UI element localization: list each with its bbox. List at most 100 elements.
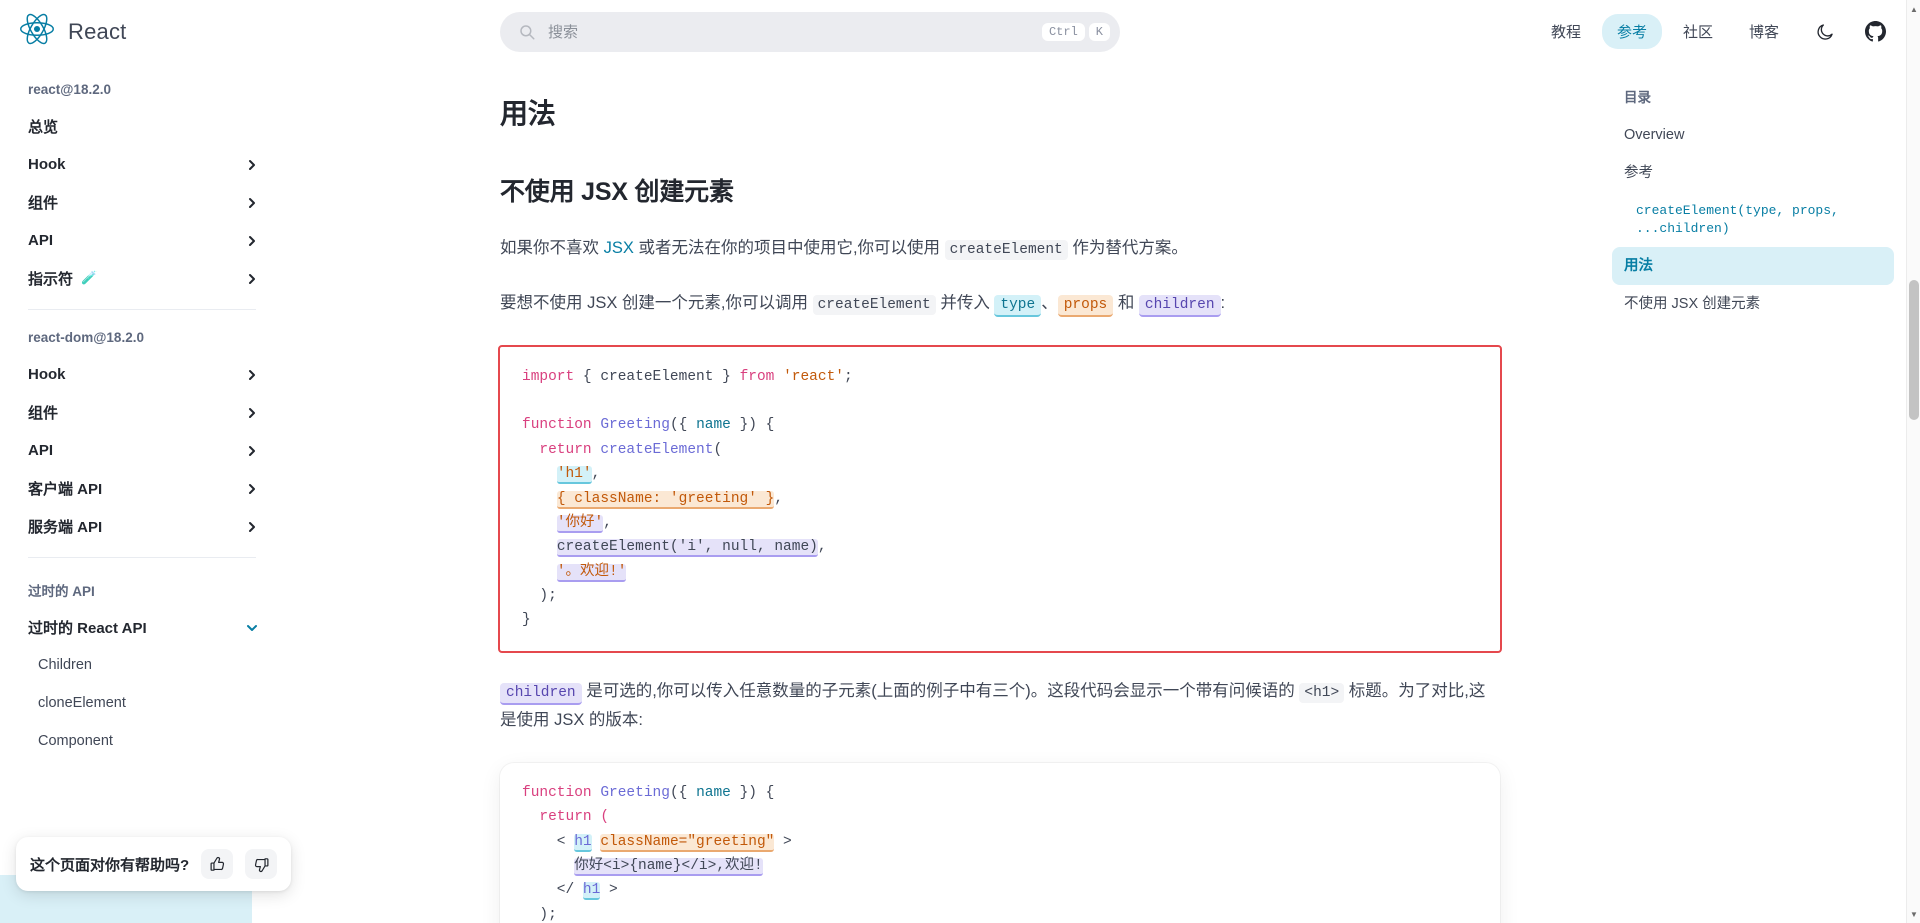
sidebar-item-label: Children <box>38 657 258 673</box>
sidebar-item-label: 总览 <box>28 116 258 137</box>
sidebar-item-overview[interactable]: 总览 <box>18 107 266 145</box>
sidebar-item-label: 客户端 API <box>28 478 246 499</box>
code-block-with-jsx[interactable]: function Greeting({ name }) { return ( <… <box>500 763 1500 923</box>
search-kbd-key: K <box>1089 23 1110 41</box>
toc-item-usage[interactable]: 用法 <box>1612 247 1894 285</box>
sidebar-divider <box>28 557 256 558</box>
page-sub-heading: 不使用 JSX 创建元素 <box>500 172 1500 208</box>
page-section-heading: 用法 <box>500 92 1500 132</box>
search-kbd-mod: Ctrl <box>1042 23 1085 41</box>
search-placeholder: 搜索 <box>548 21 1038 42</box>
sidebar-item-server-api[interactable]: 服务端 API <box>18 507 266 545</box>
chevron-right-icon <box>246 444 258 456</box>
sidebar-item-label: 组件 <box>28 402 246 423</box>
sidebar-item-legacy-react-api[interactable]: 过时的 React API <box>18 608 266 646</box>
moon-icon[interactable] <box>1806 13 1844 51</box>
inline-code-type: type <box>994 295 1041 317</box>
code-block-without-jsx[interactable]: import { createElement } from 'react'; f… <box>500 347 1500 651</box>
sidebar-item-components[interactable]: 组件 <box>18 183 266 221</box>
chevron-down-icon <box>246 621 258 633</box>
sidebar-item-cloneelement[interactable]: cloneElement <box>18 684 266 722</box>
p2-sep-1: 、 <box>1041 294 1058 312</box>
react-logo-icon <box>20 12 54 51</box>
sidebar-item-dom-components[interactable]: 组件 <box>18 393 266 431</box>
sidebar-item-label: 过时的 React API <box>28 617 246 638</box>
search-input[interactable]: 搜索 Ctrl K <box>500 12 1120 52</box>
primary-nav: 教程 参考 社区 博客 <box>1536 13 1920 51</box>
chevron-right-icon <box>246 272 258 284</box>
chevron-right-icon <box>246 158 258 170</box>
thumbs-down-icon[interactable] <box>245 849 277 879</box>
scroll-up-arrow[interactable]: ▲ <box>1907 2 1920 16</box>
p1-text-a: 如果你不喜欢 <box>500 239 604 257</box>
p2-text-a: 要想不使用 JSX 创建一个元素,你可以调用 <box>500 294 813 312</box>
table-of-contents: 目录 Overview 参考 createElement(type, props… <box>1590 64 1920 923</box>
toc-item-reference[interactable]: 参考 <box>1612 154 1894 192</box>
chevron-right-icon <box>246 482 258 494</box>
inline-code-createelement: createElement <box>945 240 1068 260</box>
scrollbar-thumb[interactable] <box>1909 280 1919 420</box>
p1-text-c: 作为替代方案。 <box>1068 239 1188 257</box>
p2-text-b: 并传入 <box>936 294 995 312</box>
nav-item-community[interactable]: 社区 <box>1668 14 1728 49</box>
search-container: 搜索 Ctrl K <box>500 12 1120 52</box>
toc-item-createelement[interactable]: createElement(type, props, ...children) <box>1612 193 1894 247</box>
flask-icon: 🧪 <box>81 270 97 286</box>
sidebar-item-label: Component <box>38 733 258 749</box>
sidebar-item-label: 组件 <box>28 192 246 213</box>
page-root: React 搜索 Ctrl K 教程 参考 社区 博客 <box>0 0 1920 923</box>
paragraph-2: 要想不使用 JSX 创建一个元素,你可以调用 createElement 并传入… <box>500 289 1500 318</box>
sidebar-item-label: Hook <box>28 156 246 173</box>
sidebar-item-dom-hook[interactable]: Hook <box>18 355 266 393</box>
sidebar-item-component[interactable]: Component <box>18 722 266 760</box>
inline-code-h1: <h1> <box>1299 683 1344 703</box>
nav-item-reference[interactable]: 参考 <box>1602 14 1662 49</box>
sidebar-item-label: API <box>28 232 246 249</box>
inline-code-children: children <box>1139 295 1221 317</box>
sidebar-item-label: Hook <box>28 366 246 383</box>
brand-home-link[interactable]: React <box>0 0 360 64</box>
code-content: import { createElement } from 'react'; f… <box>522 365 1478 633</box>
sidebar-item-label: 服务端 API <box>28 516 246 537</box>
code-content: function Greeting({ name }) { return ( <… <box>522 781 1478 923</box>
sidebar-item-label: 指示符 <box>28 268 73 289</box>
chevron-right-icon <box>246 520 258 532</box>
main-content: 用法 不使用 JSX 创建元素 如果你不喜欢 JSX 或者无法在你的项目中使用它… <box>290 64 1590 923</box>
sidebar-item-directives[interactable]: 指示符 🧪 <box>18 259 266 297</box>
top-navigation-bar: React 搜索 Ctrl K 教程 参考 社区 博客 <box>0 0 1920 64</box>
sidebar-item-label: API <box>28 442 246 459</box>
search-icon <box>518 23 536 41</box>
nav-item-tutorial[interactable]: 教程 <box>1536 14 1596 49</box>
sidebar-item-label: cloneElement <box>38 695 258 711</box>
sidebar-item-children[interactable]: Children <box>18 646 266 684</box>
feedback-question: 这个页面对你有帮助吗? <box>30 854 189 875</box>
toc-item-create-element-without-jsx[interactable]: 不使用 JSX 创建元素 <box>1612 285 1894 323</box>
chevron-right-icon <box>246 196 258 208</box>
article: 用法 不使用 JSX 创建元素 如果你不喜欢 JSX 或者无法在你的项目中使用它… <box>500 64 1500 923</box>
sidebar-divider <box>28 309 256 310</box>
sidebar-item-dom-api[interactable]: API <box>18 431 266 469</box>
sidebar-item-api[interactable]: API <box>18 221 266 259</box>
thumbs-up-icon[interactable] <box>201 849 233 879</box>
page-feedback-widget: 这个页面对你有帮助吗? <box>16 837 291 891</box>
inline-code-children: children <box>500 683 582 705</box>
github-icon[interactable] <box>1856 13 1894 51</box>
sidebar-item-hook[interactable]: Hook <box>18 145 266 183</box>
brand-title: React <box>68 19 126 45</box>
p2-sep-2: 和 <box>1113 294 1139 312</box>
toc-item-overview[interactable]: Overview <box>1612 116 1894 154</box>
sidebar-version-react-dom: react-dom@18.2.0 <box>18 322 266 355</box>
jsx-link[interactable]: JSX <box>604 239 634 257</box>
nav-item-blog[interactable]: 博客 <box>1734 14 1794 49</box>
chevron-right-icon <box>246 234 258 246</box>
chevron-right-icon <box>246 406 258 418</box>
left-sidebar: react@18.2.0 总览 Hook 组件 API 指示符 🧪 <box>0 64 290 923</box>
scroll-down-arrow[interactable]: ▼ <box>1907 907 1920 921</box>
paragraph-3: children 是可选的,你可以传入任意数量的子元素(上面的例子中有三个)。这… <box>500 677 1500 735</box>
page-scrollbar[interactable]: ▲ ▼ <box>1906 0 1920 923</box>
p3-text-a: 是可选的,你可以传入任意数量的子元素(上面的例子中有三个)。这段代码会显示一个带… <box>582 682 1300 700</box>
sidebar-version-react: react@18.2.0 <box>18 74 266 107</box>
p1-text-b: 或者无法在你的项目中使用它,你可以使用 <box>634 239 945 257</box>
sidebar-item-client-api[interactable]: 客户端 API <box>18 469 266 507</box>
sidebar-group-deprecated: 过时的 API <box>18 570 266 608</box>
